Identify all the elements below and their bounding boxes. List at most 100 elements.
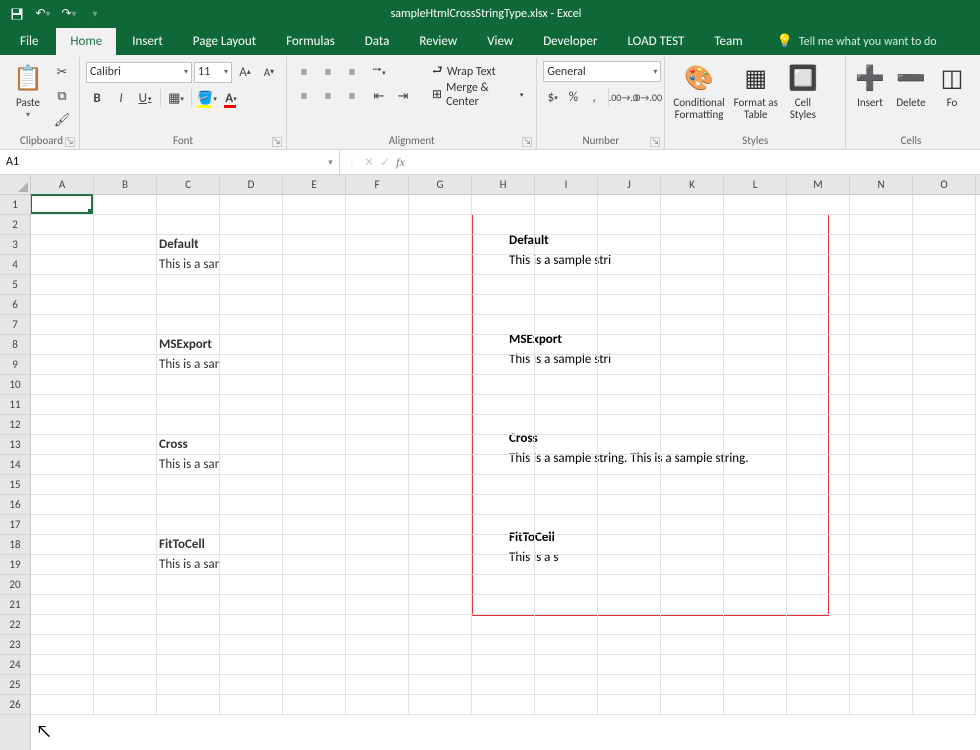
cell-B1[interactable] [94, 195, 157, 215]
cell-B2[interactable] [94, 215, 157, 235]
tab-page-layout[interactable]: Page Layout [179, 28, 270, 55]
cell-B6[interactable] [94, 295, 157, 315]
cell-B4[interactable] [94, 255, 157, 275]
save-button[interactable] [6, 3, 28, 25]
cell-D17[interactable] [220, 515, 283, 535]
format-painter-button[interactable]: 🖌 [51, 109, 73, 131]
cell-M1[interactable] [787, 195, 850, 215]
cell-H24[interactable] [472, 655, 535, 675]
cell-A16[interactable] [31, 495, 94, 515]
format-as-table-button[interactable]: ▦ Format as Table [732, 61, 780, 123]
cell-C22[interactable] [157, 615, 220, 635]
align-left-button[interactable]: ≡ [293, 85, 315, 107]
cell-N2[interactable] [850, 215, 913, 235]
cell-G24[interactable] [409, 655, 472, 675]
cell-M13[interactable] [787, 435, 850, 455]
cell-I11[interactable] [535, 395, 598, 415]
cell-M22[interactable] [787, 615, 850, 635]
cell-D24[interactable] [220, 655, 283, 675]
cell-E1[interactable] [283, 195, 346, 215]
column-header-A[interactable]: A [31, 175, 94, 194]
underline-button[interactable]: U▾ [134, 87, 156, 109]
cell-G3[interactable] [409, 235, 472, 255]
cell-K5[interactable] [661, 275, 724, 295]
cell-O10[interactable] [913, 375, 976, 395]
cell-J1[interactable] [598, 195, 661, 215]
cut-button[interactable]: ✂ [51, 61, 73, 83]
cell-D3[interactable] [220, 235, 283, 255]
cell-B19[interactable] [94, 555, 157, 575]
cell-B26[interactable] [94, 695, 157, 715]
cell-J10[interactable] [598, 375, 661, 395]
cell-E15[interactable] [283, 475, 346, 495]
cell-F17[interactable] [346, 515, 409, 535]
cell-O4[interactable] [913, 255, 976, 275]
align-center-button[interactable]: ≡ [317, 85, 339, 107]
borders-button[interactable]: ▦▾ [165, 87, 187, 109]
cell-I16[interactable] [535, 495, 598, 515]
cell-D1[interactable] [220, 195, 283, 215]
cell-G26[interactable] [409, 695, 472, 715]
cell-H8[interactable] [472, 335, 535, 355]
cell-E5[interactable] [283, 275, 346, 295]
cell-D18[interactable] [220, 535, 283, 555]
cell-H20[interactable] [472, 575, 535, 595]
cell-A1[interactable] [31, 195, 94, 215]
cell-K9[interactable] [661, 355, 724, 375]
row-header-9[interactable]: 9 [0, 355, 30, 375]
cell-A18[interactable] [31, 535, 94, 555]
tab-formulas[interactable]: Formulas [272, 28, 349, 55]
cell-F15[interactable] [346, 475, 409, 495]
cell-E21[interactable] [283, 595, 346, 615]
insert-cells-button[interactable]: ➕ Insert [852, 61, 888, 111]
cell-E17[interactable] [283, 515, 346, 535]
cell-L13[interactable] [724, 435, 787, 455]
cell-I20[interactable] [535, 575, 598, 595]
cell-A8[interactable] [31, 335, 94, 355]
cell-K21[interactable] [661, 595, 724, 615]
cell-O25[interactable] [913, 675, 976, 695]
qat-customize[interactable]: ▾ [84, 3, 106, 25]
cell-F13[interactable] [346, 435, 409, 455]
cell-B20[interactable] [94, 575, 157, 595]
cell-O20[interactable] [913, 575, 976, 595]
cell-O21[interactable] [913, 595, 976, 615]
cell-I6[interactable] [535, 295, 598, 315]
cell-N15[interactable] [850, 475, 913, 495]
cell-C25[interactable] [157, 675, 220, 695]
cell-H7[interactable] [472, 315, 535, 335]
number-launcher[interactable]: ↘ [650, 137, 660, 147]
cell-L11[interactable] [724, 395, 787, 415]
cell-G20[interactable] [409, 575, 472, 595]
cell-O6[interactable] [913, 295, 976, 315]
cell-N19[interactable] [850, 555, 913, 575]
cell-O2[interactable] [913, 215, 976, 235]
decrease-indent-button[interactable]: ⇤ [368, 85, 390, 107]
cell-L12[interactable] [724, 415, 787, 435]
cell-M9[interactable] [787, 355, 850, 375]
tab-file[interactable]: File [4, 28, 54, 55]
cell-L4[interactable] [724, 255, 787, 275]
cell-E24[interactable] [283, 655, 346, 675]
cell-H15[interactable] [472, 475, 535, 495]
cell-L18[interactable] [724, 535, 787, 555]
cell-D15[interactable] [220, 475, 283, 495]
align-bottom-button[interactable]: ≡ [341, 61, 363, 83]
cell-G16[interactable] [409, 495, 472, 515]
cell-G8[interactable] [409, 335, 472, 355]
cell-N23[interactable] [850, 635, 913, 655]
cell-E18[interactable] [283, 535, 346, 555]
cell-B5[interactable] [94, 275, 157, 295]
cell-N26[interactable] [850, 695, 913, 715]
cell-C10[interactable] [157, 375, 220, 395]
cell-L25[interactable] [724, 675, 787, 695]
row-header-15[interactable]: 15 [0, 475, 30, 495]
cell-J12[interactable] [598, 415, 661, 435]
cell-O8[interactable] [913, 335, 976, 355]
cell-K4[interactable] [661, 255, 724, 275]
cell-J4[interactable] [598, 255, 661, 275]
copy-button[interactable]: ⧉ [51, 85, 73, 107]
cell-A17[interactable] [31, 515, 94, 535]
cell-N22[interactable] [850, 615, 913, 635]
cell-C16[interactable] [157, 495, 220, 515]
